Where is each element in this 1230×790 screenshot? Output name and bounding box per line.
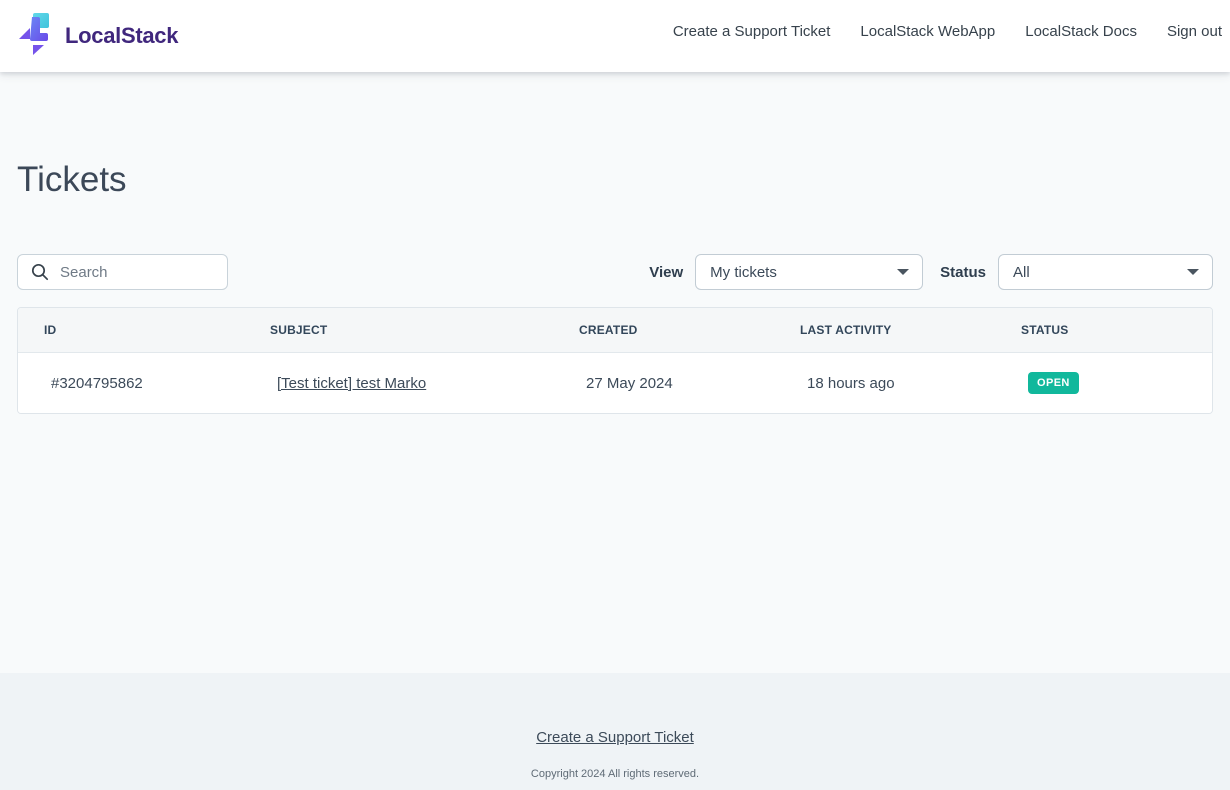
column-header-subject: SUBJECT bbox=[244, 308, 553, 353]
ticket-subject-link[interactable]: [Test ticket] test Marko bbox=[277, 375, 426, 392]
column-header-last-activity: LAST ACTIVITY bbox=[774, 308, 995, 353]
search-input[interactable] bbox=[60, 264, 219, 281]
status-select-value: All bbox=[1013, 264, 1030, 281]
table-header: ID SUBJECT CREATED LAST ACTIVITY STATUS bbox=[18, 308, 1212, 353]
view-label: View bbox=[649, 264, 683, 281]
view-select-value: My tickets bbox=[710, 264, 777, 281]
nav-create-support-ticket[interactable]: Create a Support Ticket bbox=[673, 23, 831, 40]
ticket-id-cell: #3204795862 bbox=[18, 353, 244, 414]
view-select[interactable]: My tickets bbox=[695, 254, 923, 290]
footer-create-support-ticket-link[interactable]: Create a Support Ticket bbox=[536, 729, 694, 746]
ticket-status-cell: OPEN bbox=[995, 353, 1212, 414]
chevron-down-icon bbox=[1187, 269, 1199, 275]
nav-localstack-webapp[interactable]: LocalStack WebApp bbox=[860, 23, 995, 40]
status-badge: OPEN bbox=[1028, 372, 1079, 394]
page-footer: Create a Support Ticket Copyright 2024 A… bbox=[0, 673, 1230, 790]
tickets-table: ID SUBJECT CREATED LAST ACTIVITY STATUS … bbox=[18, 308, 1212, 413]
status-label: Status bbox=[940, 264, 986, 281]
top-navigation: Create a Support Ticket LocalStack WebAp… bbox=[673, 23, 1222, 40]
app-bar: LocalStack Create a Support Ticket Local… bbox=[0, 0, 1230, 72]
ticket-last-activity-cell: 18 hours ago bbox=[774, 353, 995, 414]
tickets-toolbar: View My tickets Status All bbox=[17, 254, 1213, 290]
column-header-status: STATUS bbox=[995, 308, 1212, 353]
chevron-down-icon bbox=[897, 269, 909, 275]
copyright-text: Copyright 2024 All rights reserved. bbox=[0, 768, 1230, 780]
localstack-logo-icon bbox=[16, 11, 56, 62]
column-header-id: ID bbox=[18, 308, 244, 353]
ticket-subject-cell: [Test ticket] test Marko bbox=[244, 353, 553, 414]
main-content: Tickets View My tickets Status All bbox=[0, 72, 1230, 673]
tickets-table-container: ID SUBJECT CREATED LAST ACTIVITY STATUS … bbox=[17, 307, 1213, 414]
page-title: Tickets bbox=[17, 72, 1213, 200]
localstack-logo-text: LocalStack bbox=[65, 23, 178, 49]
search-box bbox=[17, 254, 228, 290]
status-select[interactable]: All bbox=[998, 254, 1213, 290]
localstack-logo[interactable]: LocalStack bbox=[16, 11, 178, 62]
ticket-created-cell: 27 May 2024 bbox=[553, 353, 774, 414]
column-header-created: CREATED bbox=[553, 308, 774, 353]
table-row: #3204795862 [Test ticket] test Marko 27 … bbox=[18, 353, 1212, 414]
search-icon bbox=[30, 262, 50, 282]
nav-sign-out[interactable]: Sign out bbox=[1167, 23, 1222, 40]
nav-localstack-docs[interactable]: LocalStack Docs bbox=[1025, 23, 1137, 40]
